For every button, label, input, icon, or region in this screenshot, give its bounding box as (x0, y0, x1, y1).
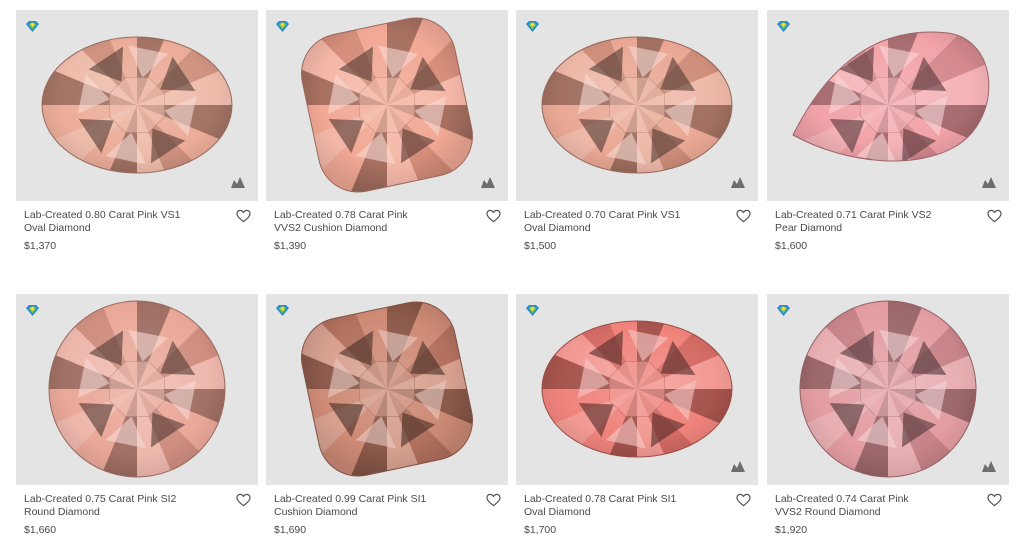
product-title-line-2[interactable]: VVS2 Cushion Diamond (274, 222, 474, 235)
product-card[interactable]: Lab-Created 0.78 Carat Pink SI1 Oval Dia… (516, 294, 758, 545)
heart-icon[interactable] (486, 209, 501, 223)
product-title-line-2[interactable]: VVS2 Round Diamond (775, 506, 975, 519)
view-360-icon[interactable] (480, 176, 496, 189)
lab-created-badge-icon (526, 305, 539, 316)
view-360-icon[interactable] (230, 176, 246, 189)
product-price: $1,370 (24, 240, 57, 252)
diamond-image (541, 320, 733, 458)
diamond-image (541, 36, 733, 174)
product-image[interactable] (16, 10, 258, 201)
product-title-line-2[interactable]: Oval Diamond (24, 222, 224, 235)
product-price: $1,390 (274, 240, 307, 252)
heart-icon[interactable] (236, 209, 251, 223)
product-price: $1,500 (524, 240, 557, 252)
lab-created-badge-icon (777, 305, 790, 316)
lab-created-badge-icon (526, 21, 539, 32)
product-price: $1,660 (24, 524, 57, 536)
product-price: $1,600 (775, 240, 808, 252)
product-title[interactable]: Lab-Created 0.75 Carat Pink SI2 Round Di… (24, 493, 224, 519)
product-title[interactable]: Lab-Created 0.74 Carat Pink VVS2 Round D… (775, 493, 975, 519)
diamond-image (48, 300, 226, 478)
product-card[interactable]: Lab-Created 0.75 Carat Pink SI2 Round Di… (16, 294, 258, 545)
product-title[interactable]: Lab-Created 0.70 Carat Pink VS1 Oval Dia… (524, 209, 724, 235)
product-title-line-2[interactable]: Cushion Diamond (274, 506, 474, 519)
view-360-icon[interactable] (981, 460, 997, 473)
product-info: Lab-Created 0.99 Carat Pink SI1 Cushion … (266, 485, 508, 545)
product-card[interactable]: Lab-Created 0.74 Carat Pink VVS2 Round D… (767, 294, 1009, 545)
product-title-line-1[interactable]: Lab-Created 0.80 Carat Pink VS1 (24, 209, 224, 222)
diamond-image (799, 300, 977, 478)
heart-icon[interactable] (987, 209, 1002, 223)
product-image[interactable] (266, 10, 508, 201)
product-card[interactable]: Lab-Created 0.71 Carat Pink VS2 Pear Dia… (767, 10, 1009, 261)
product-title[interactable]: Lab-Created 0.78 Carat Pink VVS2 Cushion… (274, 209, 474, 235)
product-info: Lab-Created 0.75 Carat Pink SI2 Round Di… (16, 485, 258, 545)
product-info: Lab-Created 0.80 Carat Pink VS1 Oval Dia… (16, 201, 258, 261)
heart-icon[interactable] (486, 493, 501, 507)
product-title-line-1[interactable]: Lab-Created 0.99 Carat Pink SI1 (274, 493, 474, 506)
view-360-icon[interactable] (730, 460, 746, 473)
heart-icon[interactable] (736, 209, 751, 223)
product-title-line-2[interactable]: Pear Diamond (775, 222, 975, 235)
product-card[interactable]: Lab-Created 0.80 Carat Pink VS1 Oval Dia… (16, 10, 258, 261)
lab-created-badge-icon (26, 21, 39, 32)
product-title[interactable]: Lab-Created 0.99 Carat Pink SI1 Cushion … (274, 493, 474, 519)
product-title-line-2[interactable]: Oval Diamond (524, 506, 724, 519)
product-image[interactable] (516, 10, 758, 201)
product-title-line-1[interactable]: Lab-Created 0.71 Carat Pink VS2 (775, 209, 975, 222)
view-360-icon[interactable] (981, 176, 997, 189)
product-image[interactable] (767, 10, 1009, 201)
product-info: Lab-Created 0.78 Carat Pink VVS2 Cushion… (266, 201, 508, 261)
product-title-line-1[interactable]: Lab-Created 0.78 Carat Pink SI1 (524, 493, 724, 506)
product-title[interactable]: Lab-Created 0.71 Carat Pink VS2 Pear Dia… (775, 209, 975, 235)
product-title-line-1[interactable]: Lab-Created 0.70 Carat Pink VS1 (524, 209, 724, 222)
product-image[interactable] (16, 294, 258, 485)
product-image[interactable] (767, 294, 1009, 485)
diamond-image (41, 36, 233, 174)
diamond-image (294, 10, 480, 200)
product-title[interactable]: Lab-Created 0.80 Carat Pink VS1 Oval Dia… (24, 209, 224, 235)
product-info: Lab-Created 0.70 Carat Pink VS1 Oval Dia… (516, 201, 758, 261)
diamond-image (792, 31, 990, 162)
diamond-image (294, 294, 480, 484)
product-image[interactable] (266, 294, 508, 485)
heart-icon[interactable] (987, 493, 1002, 507)
lab-created-badge-icon (276, 21, 289, 32)
product-title-line-2[interactable]: Round Diamond (24, 506, 224, 519)
lab-created-badge-icon (276, 305, 289, 316)
product-title-line-1[interactable]: Lab-Created 0.74 Carat Pink (775, 493, 975, 506)
product-title-line-1[interactable]: Lab-Created 0.78 Carat Pink (274, 209, 474, 222)
product-title-line-2[interactable]: Oval Diamond (524, 222, 724, 235)
product-price: $1,690 (274, 524, 307, 536)
lab-created-badge-icon (26, 305, 39, 316)
product-info: Lab-Created 0.74 Carat Pink VVS2 Round D… (767, 485, 1009, 545)
lab-created-badge-icon (777, 21, 790, 32)
view-360-icon[interactable] (730, 176, 746, 189)
product-info: Lab-Created 0.78 Carat Pink SI1 Oval Dia… (516, 485, 758, 545)
product-image[interactable] (516, 294, 758, 485)
product-title-line-1[interactable]: Lab-Created 0.75 Carat Pink SI2 (24, 493, 224, 506)
product-price: $1,700 (524, 524, 557, 536)
product-info: Lab-Created 0.71 Carat Pink VS2 Pear Dia… (767, 201, 1009, 261)
product-card[interactable]: Lab-Created 0.99 Carat Pink SI1 Cushion … (266, 294, 508, 545)
heart-icon[interactable] (736, 493, 751, 507)
product-grid: Lab-Created 0.80 Carat Pink VS1 Oval Dia… (0, 0, 1024, 554)
heart-icon[interactable] (236, 493, 251, 507)
product-title[interactable]: Lab-Created 0.78 Carat Pink SI1 Oval Dia… (524, 493, 724, 519)
product-price: $1,920 (775, 524, 808, 536)
product-card[interactable]: Lab-Created 0.78 Carat Pink VVS2 Cushion… (266, 10, 508, 261)
product-card[interactable]: Lab-Created 0.70 Carat Pink VS1 Oval Dia… (516, 10, 758, 261)
